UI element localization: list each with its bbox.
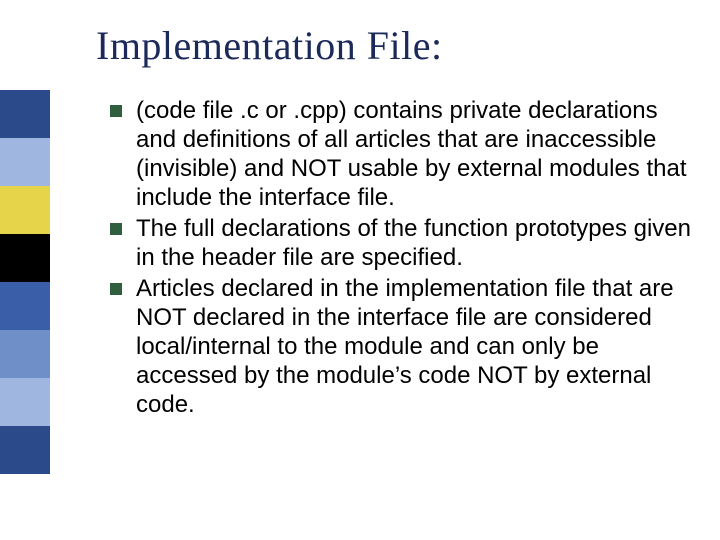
sidebar-block [0,330,50,378]
square-bullet-icon [110,223,122,235]
square-bullet-icon [110,105,122,117]
sidebar-block [0,378,50,426]
list-item-text: Articles declared in the implementation … [136,274,692,419]
list-item-text: The full declarations of the function pr… [136,214,692,272]
sidebar-block [0,90,50,138]
list-item: (code file .c or .cpp) contains private … [110,96,692,212]
sidebar-block [0,234,50,282]
list-item-text: (code file .c or .cpp) contains private … [136,96,692,212]
sidebar-block [0,138,50,186]
slide: Implementation File: (code file .c or .c… [0,0,720,540]
slide-body: (code file .c or .cpp) contains private … [110,96,692,421]
sidebar-block [0,186,50,234]
list-item: Articles declared in the implementation … [110,274,692,419]
sidebar-block [0,426,50,474]
decorative-sidebar [0,90,50,474]
sidebar-block [0,282,50,330]
square-bullet-icon [110,283,122,295]
slide-title: Implementation File: [96,22,443,69]
list-item: The full declarations of the function pr… [110,214,692,272]
